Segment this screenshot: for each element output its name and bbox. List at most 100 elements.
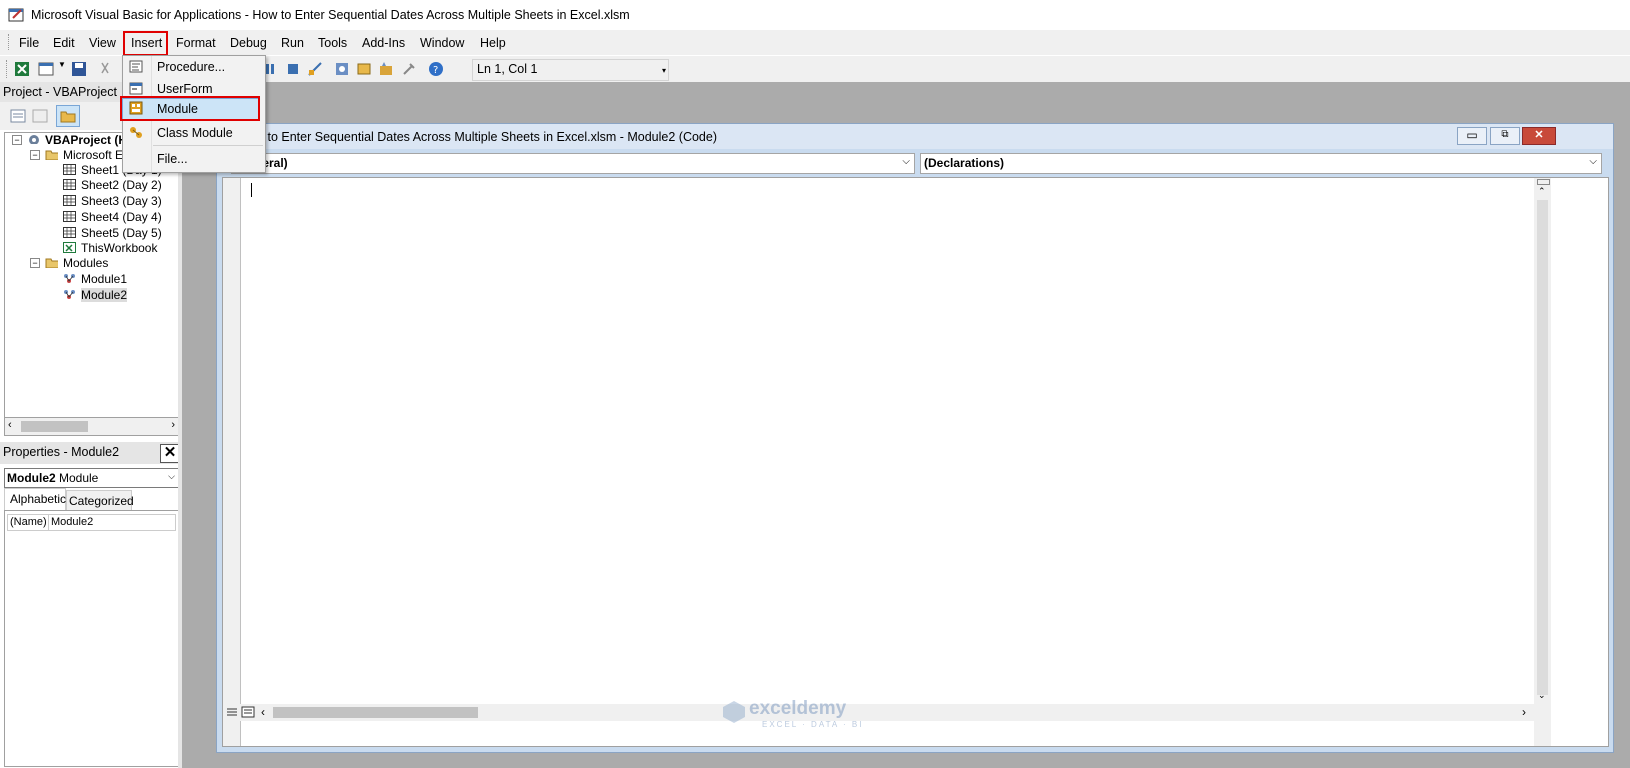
vertical-scrollbar[interactable]: ⌃ ⌄: [1534, 178, 1551, 746]
property-row[interactable]: (Name) Module2: [7, 514, 176, 531]
minimize-icon[interactable]: ▭: [1457, 127, 1487, 145]
scrollbar-thumb[interactable]: [21, 421, 88, 432]
cut-icon[interactable]: [97, 61, 113, 77]
menu-file[interactable]: File: [19, 36, 39, 50]
properties-window-icon[interactable]: [356, 61, 372, 77]
project-tree[interactable]: − VBAProject (H − Microsoft Ex Sheet1 (D…: [4, 132, 180, 419]
procedure-icon: [129, 60, 143, 73]
project-explorer-icon[interactable]: [334, 61, 350, 77]
properties-object-select[interactable]: Module2 Module ⌵: [4, 468, 180, 488]
menu-debug[interactable]: Debug: [230, 36, 267, 50]
procedure-view-icon[interactable]: [225, 706, 239, 718]
insert-userform-icon[interactable]: [38, 61, 54, 77]
menu-format[interactable]: Format: [176, 36, 216, 50]
menu-run[interactable]: Run: [281, 36, 304, 50]
tree-item-module1[interactable]: Module1: [81, 272, 127, 286]
close-icon[interactable]: ✕: [160, 444, 180, 463]
menu-add-ins[interactable]: Add-Ins: [362, 36, 405, 50]
view-object-icon[interactable]: [32, 108, 48, 124]
tree-item-sheet4[interactable]: Sheet4 (Day 4): [81, 210, 162, 224]
workbook-icon: [63, 242, 76, 253]
design-mode-icon[interactable]: [307, 61, 323, 77]
tab-alphabetic[interactable]: Alphabetic: [4, 488, 66, 510]
worksheet-icon: [63, 195, 76, 206]
scroll-right-icon[interactable]: ›: [1522, 705, 1526, 719]
tree-item-excel-objects[interactable]: Microsoft Ex: [63, 148, 129, 162]
folder-icon: [45, 150, 58, 160]
collapse-toggle[interactable]: −: [12, 135, 22, 145]
collapse-toggle[interactable]: −: [30, 150, 40, 160]
property-name: (Name): [10, 516, 47, 528]
close-icon[interactable]: ✕: [1522, 127, 1556, 145]
procedure-combo[interactable]: (Declarations) ⌵: [920, 153, 1602, 174]
text-caret: [251, 183, 252, 197]
scrollbar-thumb[interactable]: [1537, 200, 1548, 695]
tree-item-sheet3[interactable]: Sheet3 (Day 3): [81, 194, 162, 208]
menu-item-label: File...: [157, 152, 188, 166]
save-icon[interactable]: [71, 61, 87, 77]
chevron-down-icon[interactable]: ▼: [58, 60, 66, 69]
horizontal-scrollbar[interactable]: ‹ ›: [223, 704, 1534, 721]
menu-view[interactable]: View: [89, 36, 116, 50]
scroll-left-icon[interactable]: ‹: [8, 419, 12, 431]
menu-help[interactable]: Help: [480, 36, 506, 50]
properties-object-type: Module: [59, 471, 99, 485]
exceldemy-logo-icon: [723, 701, 745, 723]
tree-item-sheet2[interactable]: Sheet2 (Day 2): [81, 178, 162, 192]
split-box[interactable]: [1537, 179, 1550, 185]
menu-item-procedure[interactable]: Procedure...: [123, 56, 265, 78]
help-icon[interactable]: ?: [428, 61, 444, 77]
properties-pane-title: Properties - Module2: [3, 445, 120, 459]
menu-edit[interactable]: Edit: [53, 36, 75, 50]
property-value[interactable]: Module2: [51, 516, 93, 528]
procedure-combo-value: (Declarations): [924, 156, 1005, 170]
project-tree-scrollbar[interactable]: ‹ ›: [4, 417, 180, 436]
tree-item-thisworkbook[interactable]: ThisWorkbook: [81, 241, 157, 255]
scroll-up-icon[interactable]: ⌃: [1538, 186, 1546, 197]
scroll-right-icon[interactable]: ›: [171, 419, 175, 431]
window-title: Microsoft Visual Basic for Applications …: [31, 8, 630, 22]
menu-bar: File Edit View Insert Format Debug Run T…: [0, 30, 1630, 56]
toolbar-options-icon[interactable]: ▾: [662, 66, 666, 75]
view-code-icon[interactable]: [10, 108, 26, 124]
menu-item-class-module[interactable]: Class Module: [123, 122, 265, 144]
menu-separator: [153, 145, 263, 146]
worksheet-icon: [63, 179, 76, 190]
module-item-highlight: [120, 96, 260, 121]
chevron-down-icon[interactable]: ⌵: [1589, 156, 1597, 167]
menu-tools[interactable]: Tools: [318, 36, 347, 50]
tree-item-module2[interactable]: Module2: [81, 288, 128, 302]
worksheet-icon: [63, 211, 76, 222]
scrollbar-thumb[interactable]: [273, 707, 478, 718]
userform-icon: [129, 82, 143, 95]
code-window: How to Enter Sequential Dates Across Mul…: [216, 123, 1614, 753]
scroll-down-icon[interactable]: ⌄: [1538, 690, 1546, 701]
reset-icon[interactable]: [285, 61, 301, 77]
code-editor[interactable]: ⌃ ⌄ ‹ › exceldemy EXCEL · DATA · BI: [222, 177, 1609, 747]
class-module-icon: [130, 127, 142, 138]
chevron-down-icon[interactable]: ⌵: [168, 471, 175, 482]
project-pane-title: Project - VBAProject: [3, 85, 117, 99]
menu-window[interactable]: Window: [420, 36, 464, 50]
tree-item-vbaproject[interactable]: VBAProject (H: [45, 133, 127, 147]
toggle-folders-button[interactable]: [56, 105, 80, 127]
toolbox-icon[interactable]: [401, 61, 417, 77]
collapse-toggle[interactable]: −: [30, 258, 40, 268]
chevron-down-icon[interactable]: ⌵: [902, 156, 910, 167]
properties-grid: (Name) Module2: [4, 510, 180, 767]
restore-icon[interactable]: ⧉: [1490, 127, 1520, 145]
full-module-view-icon[interactable]: [241, 706, 255, 718]
margin-indicator-bar[interactable]: [223, 178, 241, 746]
watermark-tagline: EXCEL · DATA · BI: [762, 720, 864, 729]
vbaproject-icon: [29, 135, 39, 144]
tree-item-modules[interactable]: Modules: [63, 256, 108, 270]
object-combo[interactable]: (General) ⌵: [231, 153, 915, 174]
object-browser-icon[interactable]: [378, 61, 394, 77]
excel-view-icon[interactable]: [14, 61, 30, 77]
vba-app-icon: [8, 8, 24, 22]
tab-categorized[interactable]: Categorized: [66, 490, 134, 510]
menu-item-file[interactable]: File...: [123, 148, 265, 170]
scroll-left-icon[interactable]: ‹: [261, 705, 265, 719]
tree-item-sheet5[interactable]: Sheet5 (Day 5): [81, 226, 162, 240]
tab-alphabetic-label: Alphabetic: [10, 492, 67, 506]
